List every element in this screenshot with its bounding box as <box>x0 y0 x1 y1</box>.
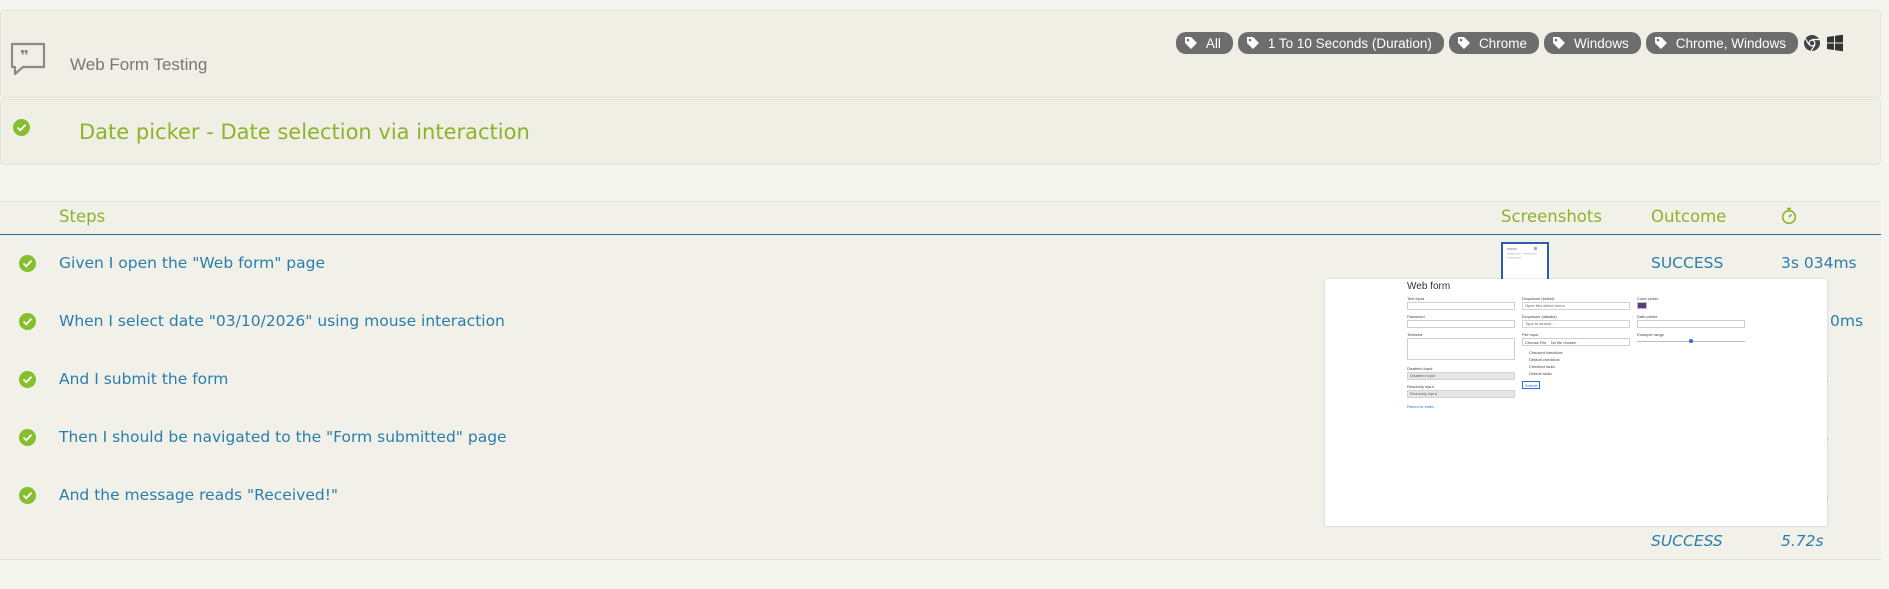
feature-header: ❞ Web Form Testing All 1 To 10 Seconds (… <box>0 10 1881 98</box>
tag-duration[interactable]: 1 To 10 Seconds (Duration) <box>1237 32 1444 54</box>
preview-label: Dropdown (select) <box>1522 296 1555 301</box>
tag-label: All <box>1205 35 1221 51</box>
total-duration: 5.72s <box>1781 532 1824 550</box>
steps-header: Steps <box>59 207 106 226</box>
preview-label: Color picker <box>1637 296 1659 301</box>
success-check-icon <box>19 313 36 330</box>
tag-windows[interactable]: Windows <box>1543 32 1641 54</box>
scenario-header: Date picker - Date selection via interac… <box>0 99 1881 165</box>
preview-file-button: Choose File <box>1525 340 1547 345</box>
step-duration: 3s 034ms <box>1781 254 1857 272</box>
outcome-header: Outcome <box>1651 207 1727 226</box>
preview-disabled-input: Disabled input <box>1407 372 1515 380</box>
preview-label: Checked radio <box>1529 364 1555 369</box>
preview-submit-label: Submit <box>1525 383 1538 388</box>
scenario-title: Date picker - Date selection via interac… <box>79 120 530 144</box>
tag-chrome[interactable]: Chrome <box>1448 32 1539 54</box>
preview-password-input <box>1407 320 1515 328</box>
preview-label: Date picker <box>1637 314 1658 319</box>
preview-label: Readonly input <box>1407 384 1434 389</box>
step-text[interactable]: And the message reads "Received!" <box>59 486 338 504</box>
preview-label: Disabled input <box>1407 366 1433 371</box>
screenshot-thumbnail[interactable] <box>1501 242 1549 282</box>
preview-label: Password <box>1407 314 1425 319</box>
success-check-icon <box>19 487 36 504</box>
tag-icon <box>1246 37 1259 49</box>
screenshots-header: Screenshots <box>1501 207 1602 226</box>
chrome-icon <box>1804 35 1820 52</box>
success-check-icon <box>19 255 36 272</box>
tag-chrome-windows[interactable]: Chrome, Windows <box>1645 32 1798 54</box>
total-outcome: SUCCESS <box>1651 532 1723 550</box>
success-check-icon <box>19 371 36 388</box>
preview-readonly-input: Readonly input <box>1407 390 1515 398</box>
preview-range-thumb <box>1689 339 1693 343</box>
preview-label: Textarea <box>1407 332 1423 337</box>
preview-label: Default radio <box>1529 371 1552 376</box>
screenshot-preview: Web form Text input Password Textarea Di… <box>1325 279 1827 526</box>
preview-select: Open this select menu <box>1522 302 1630 310</box>
step-text[interactable]: Given I open the "Web form" page <box>59 254 325 272</box>
tag-all[interactable]: All <box>1175 32 1233 54</box>
preview-label: Default checkbox <box>1529 357 1560 362</box>
stopwatch-icon <box>1781 207 1797 225</box>
preview-label: File input <box>1522 332 1539 337</box>
preview-datalist: Type to search... <box>1522 320 1630 328</box>
preview-return-link: Return to index <box>1407 404 1435 409</box>
steps-table: Steps Screenshots Outcome Given I open t… <box>0 201 1881 560</box>
feature-title: Web Form Testing <box>70 55 208 74</box>
windows-icon <box>1827 34 1843 52</box>
step-text[interactable]: When I select date "03/10/2026" using mo… <box>59 312 505 330</box>
preview-label: Text input <box>1407 296 1425 301</box>
header-divider <box>0 234 1881 235</box>
preview-title: Web form <box>1407 281 1451 292</box>
step-text[interactable]: Then I should be navigated to the "Form … <box>59 428 507 446</box>
tag-label: Windows <box>1573 35 1629 51</box>
preview-label: Example range <box>1637 332 1664 337</box>
tag-label: Chrome <box>1478 35 1527 51</box>
tag-icon <box>1654 37 1667 49</box>
tag-label: Chrome, Windows <box>1675 35 1786 51</box>
thumbnail-image <box>1507 247 1537 259</box>
step-outcome: SUCCESS <box>1651 254 1724 272</box>
preview-textarea <box>1407 338 1515 360</box>
success-check-icon <box>13 119 30 136</box>
success-check-icon <box>19 429 36 446</box>
preview-color-swatch <box>1637 302 1647 309</box>
preview-label: Dropdown (datalist) <box>1522 314 1557 319</box>
preview-submit-button: Submit <box>1522 381 1540 389</box>
preview-file-input: Choose File No file chosen <box>1522 338 1630 346</box>
preview-label: Checked checkbox <box>1529 350 1563 355</box>
preview-text-input <box>1407 302 1515 310</box>
tag-icon <box>1457 37 1470 49</box>
svg-text:❞: ❞ <box>20 47 29 65</box>
tag-list: All 1 To 10 Seconds (Duration) Chrome Wi… <box>1175 32 1844 54</box>
tag-label: 1 To 10 Seconds (Duration) <box>1267 35 1432 51</box>
tag-icon <box>1552 37 1565 49</box>
quote-bubble-icon: ❞ <box>10 42 46 76</box>
step-duration: 0ms <box>1830 312 1864 330</box>
tag-icon <box>1184 37 1197 49</box>
preview-date-input <box>1637 320 1745 328</box>
step-text[interactable]: And I submit the form <box>59 370 228 388</box>
preview-file-none: No file chosen <box>1551 340 1577 345</box>
